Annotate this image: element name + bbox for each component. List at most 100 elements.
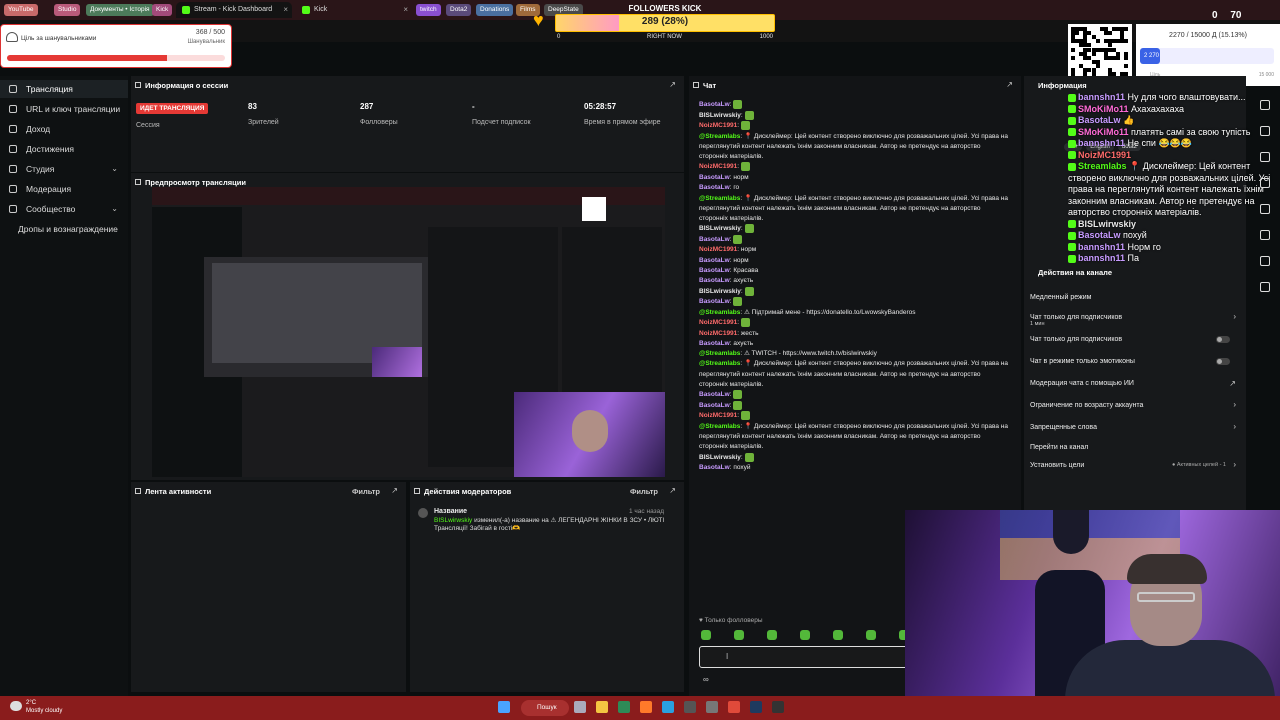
emote-button[interactable] [701, 630, 711, 640]
chat-username[interactable]: BasotaLw [699, 236, 730, 243]
emote-button[interactable] [734, 630, 744, 640]
sidebar-item[interactable]: URL и ключ трансляции [0, 100, 128, 118]
chat-message: BasotaLw: ахуєть [699, 339, 754, 347]
chat-username[interactable]: BasotaLw [699, 257, 730, 264]
chat-username[interactable]: BasotaLw [699, 464, 730, 471]
telegram-icon[interactable] [662, 701, 674, 713]
channel-setting-row[interactable]: Установить цели ● Активных целей - 1 › [1030, 460, 1242, 469]
close-icon[interactable]: × [403, 2, 408, 18]
tool-icon[interactable] [1260, 152, 1270, 162]
taskbar-search[interactable]: Пошук [521, 700, 569, 716]
chat-username[interactable]: BISLwirwskiy [699, 454, 741, 461]
chat-username[interactable]: @Streamlabs [699, 133, 740, 140]
sidebar-item[interactable]: Дропы и вознаграждение [0, 220, 128, 238]
mod-entry-user[interactable]: BISLwirwskiy [434, 517, 472, 524]
chat-username[interactable]: BasotaLw [699, 340, 730, 347]
chat-username[interactable]: @Streamlabs [699, 350, 740, 357]
task-view-icon[interactable] [574, 701, 586, 713]
chat-settings-icon[interactable]: ∞ [703, 675, 709, 684]
sidebar-item[interactable]: Модерация [0, 180, 128, 198]
chat-username[interactable]: BasotaLw [699, 298, 730, 305]
windows-taskbar: 2°C Mostly cloudy Пошук [0, 696, 1280, 720]
chat-username[interactable]: BasotaLw [699, 184, 730, 191]
bookmark-item[interactable]: Документы • Історія [86, 4, 154, 16]
chat-username[interactable]: BasotaLw [699, 101, 730, 108]
sidebar-item[interactable]: Доход [0, 120, 128, 138]
chat-username[interactable]: @Streamlabs [699, 360, 740, 367]
bookmark-item[interactable]: Kick [152, 4, 173, 16]
channel-setting-row[interactable]: Перейти на канал [1030, 444, 1242, 451]
chevron-right-icon: › [1233, 312, 1236, 321]
tool-icon[interactable] [1260, 178, 1270, 188]
activity-filter-button[interactable]: Фильтр [352, 487, 380, 496]
chat-username[interactable]: NoizMC1991 [699, 330, 737, 337]
chat-username[interactable]: BasotaLw [699, 277, 730, 284]
chat-username[interactable]: BasotaLw [699, 174, 730, 181]
emote-button[interactable] [800, 630, 810, 640]
start-icon[interactable] [498, 701, 510, 713]
bookmark-item[interactable]: Studio [54, 4, 81, 16]
toggle-switch[interactable] [1216, 358, 1230, 365]
chat-username[interactable]: BISLwirwskiy [699, 226, 741, 233]
channel-setting-row[interactable]: Ограничение по возрасту аккаунта › [1030, 400, 1242, 409]
weather-widget[interactable]: 2°C Mostly cloudy [26, 699, 62, 715]
channel-setting-row[interactable]: Чат только для подписчиков 1 мин › [1030, 312, 1242, 327]
chat-username[interactable]: @Streamlabs [699, 423, 740, 430]
chat-username[interactable]: NoizMC1991 [699, 122, 737, 129]
chat-username[interactable]: BasotaLw [699, 392, 730, 399]
chat-username[interactable]: BasotaLw [699, 267, 730, 274]
expand-icon[interactable]: ↗ [391, 486, 398, 495]
chat-username[interactable]: NoizMC1991 [699, 319, 737, 326]
chat-username[interactable]: BISLwirwskiy [699, 112, 741, 119]
setting-label: Медленный режим [1030, 294, 1092, 301]
app-icon[interactable] [706, 701, 718, 713]
chat-username[interactable]: BasotaLw [699, 402, 730, 409]
chat-username[interactable]: NoizMC1991 [699, 164, 737, 171]
tool-icon[interactable] [1260, 282, 1270, 292]
activity-title: Лента активности [145, 487, 212, 496]
explorer-icon[interactable] [596, 701, 608, 713]
firefox-icon[interactable] [640, 701, 652, 713]
chrome-icon[interactable] [728, 701, 740, 713]
expand-icon[interactable]: ↗ [669, 486, 676, 495]
channel-setting-row[interactable]: Медленный режим [1030, 294, 1242, 301]
chat-username[interactable]: NoizMC1991 [699, 246, 737, 253]
sidebar-item[interactable]: Сообщество ⌄ [0, 200, 128, 218]
sidebar-item[interactable]: Достижения [0, 140, 128, 158]
bookmark-item[interactable]: twitch [416, 4, 441, 16]
tool-icon[interactable] [1260, 256, 1270, 266]
chat-username[interactable]: BISLwirwskiy [699, 288, 741, 295]
chat-username[interactable]: @Streamlabs [699, 195, 740, 202]
stream-preview-video[interactable] [152, 187, 665, 477]
channel-setting-row[interactable]: Запрещенные слова › [1030, 422, 1242, 431]
channel-setting-row[interactable]: Чат только для подписчиков [1030, 336, 1242, 343]
mod-filter-button[interactable]: Фильтр [630, 487, 658, 496]
edge-icon[interactable] [618, 701, 630, 713]
tool-icon[interactable] [1260, 126, 1270, 136]
sidebar-item[interactable]: Трансляция [0, 80, 128, 98]
bookmark-item[interactable]: Donations [476, 4, 514, 16]
chat-username[interactable]: NoizMC1991 [699, 413, 737, 420]
channel-setting-row[interactable]: Чат в режиме только эмотиконы [1030, 358, 1242, 365]
emote-button[interactable] [866, 630, 876, 640]
browser-tab[interactable]: Kick × [296, 2, 412, 18]
toggle-switch[interactable] [1216, 336, 1230, 343]
expand-icon[interactable]: ↗ [1006, 80, 1013, 89]
browser-tab[interactable]: Stream - Kick Dashboard × [176, 2, 292, 18]
bookmark-item[interactable]: YouTube [4, 4, 38, 16]
expand-icon[interactable]: ↗ [669, 80, 676, 89]
tool-icon[interactable] [1260, 204, 1270, 214]
sidebar-item[interactable]: Студия ⌄ [0, 160, 128, 178]
app-icon[interactable] [684, 701, 696, 713]
emote-button[interactable] [833, 630, 843, 640]
bookmark-item[interactable]: Dota2 [446, 4, 472, 16]
channel-setting-row[interactable]: Модерация чата с помощью ИИ ↗ [1030, 379, 1242, 388]
tool-icon[interactable] [1260, 230, 1270, 240]
obs-icon[interactable] [772, 701, 784, 713]
goal-subtitle: Шанувальник [187, 39, 225, 45]
tool-icon[interactable] [1260, 100, 1270, 110]
chat-username[interactable]: @Streamlabs [699, 309, 740, 316]
emote-button[interactable] [767, 630, 777, 640]
steam-icon[interactable] [750, 701, 762, 713]
close-icon[interactable]: × [283, 2, 288, 18]
